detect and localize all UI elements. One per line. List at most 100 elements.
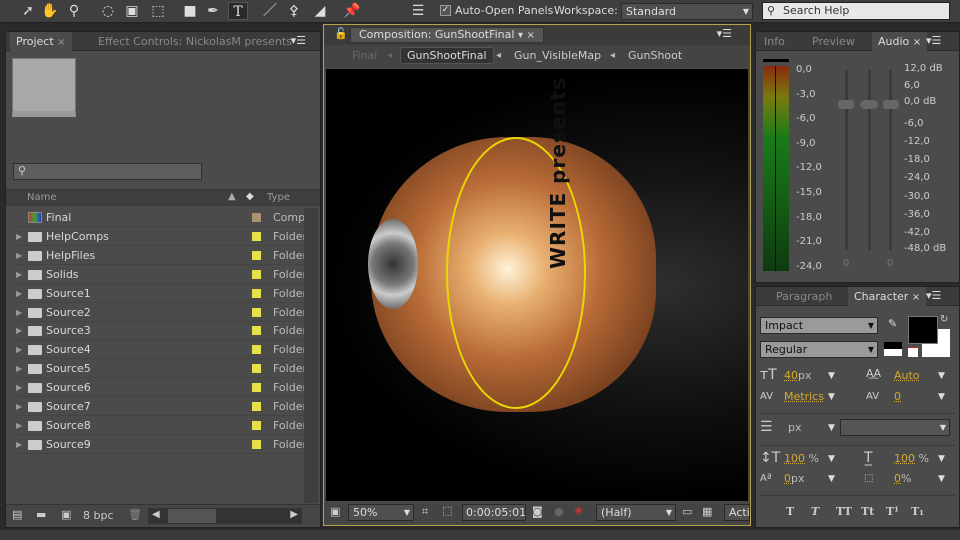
column-name[interactable]: Name [27,192,57,203]
rectangle-tool-icon[interactable]: ■ [180,2,200,20]
breadcrumb-gunshootfinal[interactable]: GunShootFinal [400,47,494,64]
label-tag-icon[interactable]: ◆ [246,191,254,202]
panel-list-icon[interactable]: ☰ [408,2,428,20]
close-icon[interactable]: × [912,292,920,303]
project-item-helpfiles[interactable]: ▶ HelpFiles Folder [12,246,308,265]
no-fill-icon[interactable] [908,347,918,357]
horizontal-scale-field[interactable]: 100 % [894,452,929,465]
camera-tool-icon[interactable]: ▣ [122,2,142,20]
expand-triangle-icon[interactable]: ▶ [16,284,22,303]
auto-open-checkbox[interactable]: ✓ [440,5,451,16]
slider-right-track[interactable] [889,70,892,250]
slider-right-handle[interactable] [883,100,899,109]
chevron-down-icon[interactable]: ▾ [518,30,523,41]
baseline-value[interactable]: 0 [784,472,791,485]
current-time[interactable]: 0:00:05:01 [462,504,526,521]
right-channel-value[interactable]: 0 [887,258,893,269]
slider-left-handle[interactable] [838,100,854,109]
scroll-left-icon[interactable]: ◀ [152,509,160,520]
hand-tool-icon[interactable]: ✋ [40,2,60,20]
tab-audio[interactable]: Audio × [872,32,928,51]
expand-triangle-icon[interactable]: ▶ [16,416,22,435]
always-preview-icon[interactable]: ▣ [330,505,340,518]
project-item-helpcomps[interactable]: ▶ HelpComps Folder [12,227,308,246]
tab-paragraph[interactable]: Paragraph [770,287,838,306]
grid-icon[interactable]: ⌗ [422,505,428,519]
magnification-dropdown[interactable]: 50% ▼ [348,504,414,521]
expand-triangle-icon[interactable]: ▶ [16,303,22,322]
tsume-value[interactable]: 0 [894,472,901,485]
active-camera-dropdown[interactable]: Acti [724,504,750,521]
scrollbar-horizontal[interactable]: ◀ ▶ [148,508,302,524]
label-color[interactable] [252,364,261,374]
font-size-value[interactable]: 40 [784,369,798,382]
pen-tool-icon[interactable]: ✒ [203,2,223,20]
project-item-source6[interactable]: ▶ Source6 Folder [12,378,308,398]
bit-depth[interactable]: 8 bpc [83,509,114,522]
label-color[interactable] [252,326,261,336]
breadcrumb-gunshoot[interactable]: GunShoot [628,49,682,62]
resolution-dropdown[interactable]: (Half) ▼ [596,504,676,521]
composition-viewer[interactable]: WRITE presents [326,69,748,501]
label-color[interactable] [252,288,261,298]
hscale-value[interactable]: 100 [894,452,915,465]
expand-triangle-icon[interactable]: ▶ [16,246,22,265]
tab-project[interactable]: Project × [10,32,72,51]
stroke-style-dropdown[interactable]: ▼ [840,419,950,436]
chevron-down-icon[interactable]: ▼ [828,392,835,402]
chevron-down-icon[interactable]: ▼ [938,392,945,402]
scroll-right-icon[interactable]: ▶ [290,509,298,520]
project-item-solids[interactable]: ▶ Solids Folder [12,265,308,284]
project-item-source2[interactable]: ▶ Source2 Folder [12,303,308,322]
project-item-source3[interactable]: ▶ Source3 Folder [12,321,308,341]
text-style-button-2[interactable]: TT [836,505,852,518]
label-color[interactable] [252,231,261,241]
baseline-shift-field[interactable]: 0px [784,472,805,485]
expand-triangle-icon[interactable]: ▶ [16,227,22,246]
label-color[interactable] [252,383,261,393]
rotate-tool-icon[interactable]: ◌ [98,2,118,20]
eraser-tool-icon[interactable]: ◢ [310,2,330,20]
tab-preview[interactable]: Preview [806,32,861,51]
panel-menu-icon[interactable]: ▾☰ [926,289,941,302]
pan-behind-tool-icon[interactable]: ⬚ [148,2,168,20]
font-family-dropdown[interactable]: Impact ▼ [760,317,878,334]
label-color[interactable] [252,345,261,355]
new-folder-icon[interactable]: ▬ [36,508,46,521]
column-type[interactable]: Type [267,192,290,203]
chevron-down-icon[interactable]: ▼ [938,454,945,464]
mask-visibility-icon[interactable]: ⬚ [442,504,452,517]
tab-effect-controls[interactable]: Effect Controls: NickolasM presents [92,32,298,51]
project-item-source5[interactable]: ▶ Source5 Folder [12,359,308,379]
chevron-down-icon[interactable]: ▼ [938,371,945,381]
snapshot-camera-icon[interactable]: ◙ [532,505,543,518]
scrollbar-vertical[interactable] [304,208,318,503]
text-style-button-3[interactable]: Tt [861,505,874,518]
text-style-button-1[interactable]: T [811,505,819,518]
default-colors-icon[interactable] [884,342,902,356]
slider-master-track[interactable] [868,70,871,250]
chevron-down-icon[interactable]: ▼ [828,474,835,484]
chevron-down-icon[interactable]: ▼ [828,423,835,433]
project-item-source8[interactable]: ▶ Source8 Folder [12,416,308,435]
chevron-down-icon[interactable]: ▼ [828,454,835,464]
expand-triangle-icon[interactable]: ▶ [16,378,22,397]
stroke-width-field[interactable]: px [788,421,802,434]
expand-triangle-icon[interactable]: ▶ [16,359,22,378]
breadcrumb-gun-visiblemap[interactable]: Gun_VisibleMap [514,49,601,62]
expand-triangle-icon[interactable]: ▶ [16,435,22,454]
tab-info[interactable]: Info [758,32,791,51]
show-snapshot-icon[interactable]: ● [554,505,564,518]
panel-menu-icon[interactable]: ▾☰ [717,27,732,40]
label-color[interactable] [252,269,261,279]
close-icon[interactable]: × [526,30,534,41]
project-item-source1[interactable]: ▶ Source1 Folder [12,284,308,303]
trash-icon[interactable]: 🗑 [128,508,142,521]
vscale-value[interactable]: 100 [784,452,805,465]
selection-tool-icon[interactable]: ➚ [18,2,38,20]
region-of-interest-icon[interactable]: ▭ [682,505,692,518]
panel-menu-icon[interactable]: ▾☰ [926,34,941,47]
type-tool-icon[interactable]: T [228,2,248,20]
close-icon[interactable]: × [57,37,65,48]
channel-rgb-icon[interactable]: ❀ [574,504,583,517]
